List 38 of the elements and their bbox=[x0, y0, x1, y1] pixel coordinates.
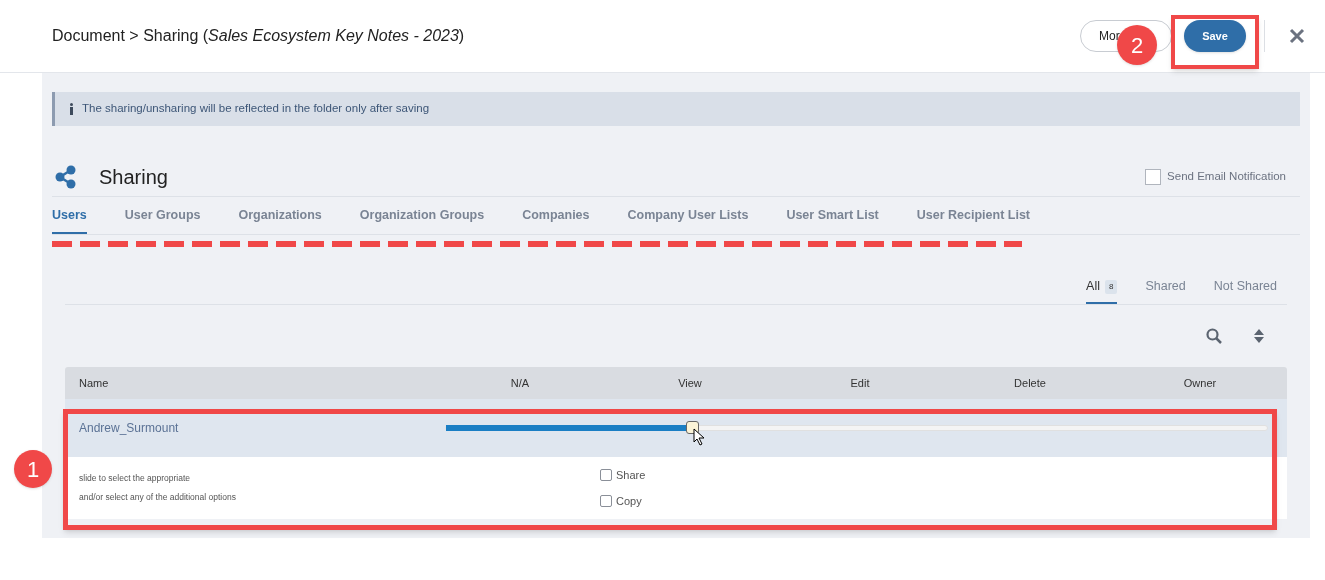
checkbox-label: Send Email Notification bbox=[1167, 168, 1286, 184]
option-label: Share bbox=[616, 467, 646, 483]
filter-tab[interactable]: Shared bbox=[1145, 277, 1186, 304]
sort-icon[interactable] bbox=[1254, 329, 1264, 343]
count-badge: 8 bbox=[1105, 279, 1118, 294]
close-icon[interactable] bbox=[1289, 28, 1305, 44]
info-icon bbox=[69, 103, 74, 115]
search-icon[interactable] bbox=[1206, 328, 1222, 344]
tab[interactable]: Organization Groups bbox=[359, 206, 485, 234]
column-header: N/A bbox=[509, 375, 531, 391]
info-text: The sharing/unsharing will be reflected in the folder only after saving bbox=[82, 101, 430, 117]
tab[interactable]: Companies bbox=[522, 206, 590, 234]
checkbox[interactable] bbox=[600, 468, 612, 481]
hint-text: slide to select the appropriate bbox=[79, 472, 192, 485]
user-name: Andrew_Surmount bbox=[78, 420, 180, 437]
share-icon bbox=[55, 164, 77, 189]
column-header: Delete bbox=[1013, 375, 1047, 391]
callout-marker: 1 bbox=[14, 450, 52, 488]
cursor-icon bbox=[693, 428, 706, 446]
hint-text: and/or select any of the additional options bbox=[79, 491, 237, 504]
filter-tab[interactable]: All 8 bbox=[1086, 277, 1118, 304]
filter-tab[interactable]: Not Shared bbox=[1213, 277, 1277, 304]
window-title: Document > Sharing (Sales Ecosystem Key Notes - 2023) bbox=[52, 26, 465, 46]
save-button[interactable]: Save bbox=[1184, 20, 1246, 52]
checkbox[interactable] bbox=[600, 495, 612, 508]
tab[interactable]: User Recipient List bbox=[916, 206, 1031, 234]
column-header: Edit bbox=[849, 375, 871, 391]
checkbox[interactable] bbox=[1145, 168, 1162, 185]
column-header: Owner bbox=[1182, 375, 1218, 391]
tab[interactable]: Users bbox=[52, 206, 87, 234]
tab[interactable]: User Smart List bbox=[786, 206, 879, 234]
tab[interactable]: Organizations bbox=[238, 206, 322, 234]
tab[interactable]: Company User Lists bbox=[627, 206, 749, 234]
column-header: View bbox=[677, 375, 703, 391]
option-label: Copy bbox=[616, 494, 642, 509]
column-header: Name bbox=[78, 375, 110, 391]
section-title: Sharing bbox=[99, 164, 168, 190]
tab[interactable]: User Groups bbox=[124, 206, 201, 234]
